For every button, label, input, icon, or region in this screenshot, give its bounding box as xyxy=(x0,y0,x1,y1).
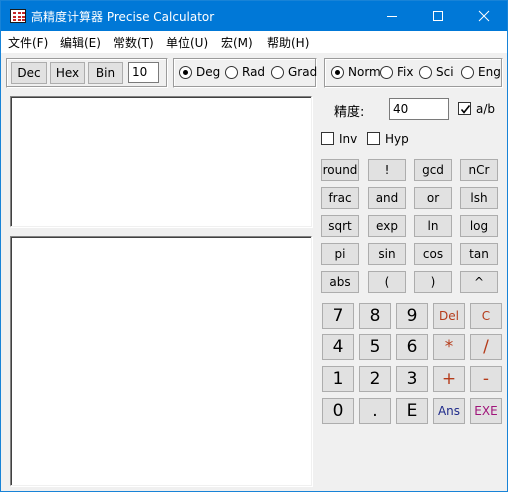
precision-input[interactable]: 40 xyxy=(389,98,449,120)
sci-radio[interactable] xyxy=(419,66,432,79)
round-button[interactable]: round xyxy=(321,159,359,181)
power-button[interactable]: ^ xyxy=(460,271,498,293)
digit-9-button[interactable]: 9 xyxy=(396,303,428,329)
hyp-checkbox[interactable] xyxy=(367,132,380,145)
abs-button[interactable]: abs xyxy=(321,271,359,293)
digit-3-button[interactable]: 3 xyxy=(396,366,428,392)
digit-1-button[interactable]: 1 xyxy=(322,366,354,392)
calculator-window: 高精度计算器 Precise Calculator 文件(F) 编辑(E) 常数… xyxy=(0,0,508,492)
maximize-icon xyxy=(433,11,443,21)
norm-radio[interactable] xyxy=(331,66,344,79)
sci-label: Sci xyxy=(436,65,454,79)
decimal-point-button[interactable]: . xyxy=(359,398,391,424)
frac-button[interactable]: frac xyxy=(321,187,359,209)
exponent-button[interactable]: E xyxy=(396,398,428,424)
digit-8-button[interactable]: 8 xyxy=(359,303,391,329)
tan-button[interactable]: tan xyxy=(460,243,498,265)
close-button[interactable] xyxy=(461,1,507,31)
fraction-checkbox[interactable] xyxy=(458,102,471,115)
menu-edit[interactable]: 编辑(E) xyxy=(60,34,101,51)
grad-label: Grad xyxy=(288,65,318,79)
maximize-button[interactable] xyxy=(415,1,461,31)
divide-button[interactable]: / xyxy=(470,334,502,360)
input-textarea[interactable] xyxy=(10,96,312,227)
factorial-button[interactable]: ! xyxy=(368,159,406,181)
digit-4-button[interactable]: 4 xyxy=(322,334,354,360)
result-textarea[interactable] xyxy=(10,236,312,486)
menu-units[interactable]: 单位(U) xyxy=(166,34,208,51)
clear-button[interactable]: C xyxy=(470,303,502,329)
menu-help[interactable]: 帮助(H) xyxy=(267,34,309,51)
norm-label: Norm xyxy=(348,65,381,79)
menu-file[interactable]: 文件(F) xyxy=(8,34,48,51)
bin-button[interactable]: Bin xyxy=(88,62,123,84)
log-button[interactable]: log xyxy=(460,215,498,237)
delete-button[interactable]: Del xyxy=(433,303,465,329)
precision-label: 精度: xyxy=(334,105,365,120)
ncr-button[interactable]: nCr xyxy=(460,159,498,181)
multiply-button[interactable]: * xyxy=(433,334,465,360)
window-title: 高精度计算器 Precise Calculator xyxy=(31,10,215,24)
digit-0-button[interactable]: 0 xyxy=(322,398,354,424)
or-button[interactable]: or xyxy=(414,187,452,209)
gcd-button[interactable]: gcd xyxy=(414,159,452,181)
base-input[interactable]: 10 xyxy=(128,62,159,83)
hyp-label: Hyp xyxy=(385,132,409,146)
digit-2-button[interactable]: 2 xyxy=(359,366,391,392)
app-icon xyxy=(10,9,26,23)
exp-button[interactable]: exp xyxy=(368,215,406,237)
fix-label: Fix xyxy=(397,65,414,79)
inv-label: Inv xyxy=(339,132,358,146)
digit-6-button[interactable]: 6 xyxy=(396,334,428,360)
menu-constants[interactable]: 常数(T) xyxy=(113,34,154,51)
dec-button[interactable]: Dec xyxy=(11,62,47,84)
hex-button[interactable]: Hex xyxy=(50,62,85,84)
close-paren-button[interactable]: ) xyxy=(414,271,452,293)
grad-radio[interactable] xyxy=(271,66,284,79)
minimize-button[interactable] xyxy=(369,1,415,31)
sqrt-button[interactable]: sqrt xyxy=(321,215,359,237)
pi-button[interactable]: pi xyxy=(321,243,359,265)
deg-label: Deg xyxy=(196,65,221,79)
and-button[interactable]: and xyxy=(368,187,406,209)
cos-button[interactable]: cos xyxy=(414,243,452,265)
close-icon xyxy=(478,10,490,22)
digit-5-button[interactable]: 5 xyxy=(359,334,391,360)
checkmark-icon xyxy=(460,105,471,114)
lsh-button[interactable]: lsh xyxy=(460,187,498,209)
fraction-label: a/b xyxy=(476,102,496,116)
deg-radio[interactable] xyxy=(179,66,192,79)
menu-bar: 文件(F) 编辑(E) 常数(T) 单位(U) 宏(M) 帮助(H) xyxy=(1,31,507,53)
plus-button[interactable]: + xyxy=(433,366,465,392)
digit-7-button[interactable]: 7 xyxy=(322,303,354,329)
minimize-icon xyxy=(387,16,397,17)
inv-checkbox[interactable] xyxy=(321,132,334,145)
menu-macro[interactable]: 宏(M) xyxy=(221,34,253,51)
sin-button[interactable]: sin xyxy=(368,243,406,265)
open-paren-button[interactable]: ( xyxy=(368,271,406,293)
ans-button[interactable]: Ans xyxy=(433,398,465,424)
fix-radio[interactable] xyxy=(380,66,393,79)
title-bar[interactable]: 高精度计算器 Precise Calculator xyxy=(1,1,507,31)
rad-label: Rad xyxy=(242,65,266,79)
eng-label: Eng xyxy=(478,65,501,79)
eng-radio[interactable] xyxy=(461,66,474,79)
ln-button[interactable]: ln xyxy=(414,215,452,237)
exe-button[interactable]: EXE xyxy=(470,398,502,424)
rad-radio[interactable] xyxy=(225,66,238,79)
minus-button[interactable]: - xyxy=(470,366,502,392)
